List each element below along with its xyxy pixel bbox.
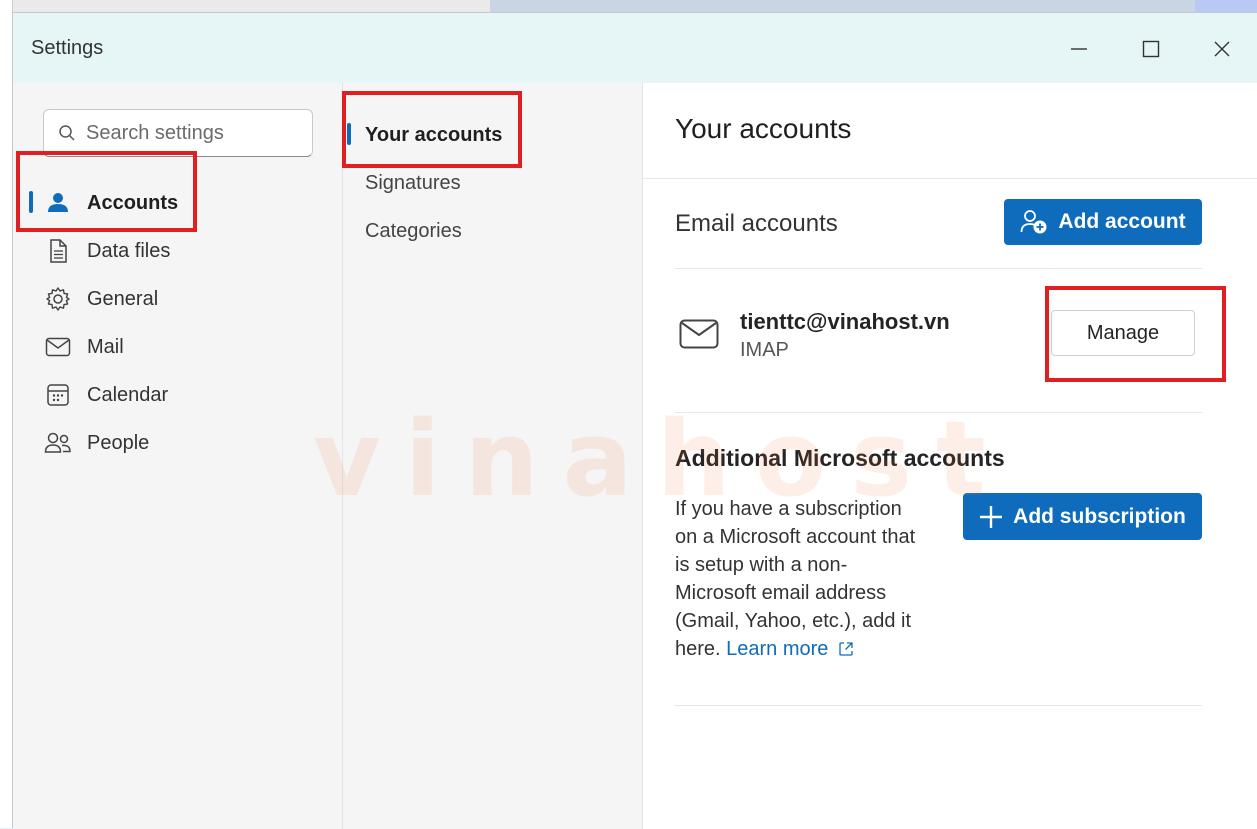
mail-icon — [43, 332, 73, 362]
title-bar: Settings — [13, 13, 1257, 83]
gear-icon — [43, 284, 73, 314]
learn-more-label: Learn more — [726, 638, 829, 660]
search-icon — [59, 125, 75, 141]
account-type: IMAP — [740, 339, 789, 361]
email-accounts-title: Email accounts — [675, 210, 838, 237]
account-email: tienttc@vinahost.vn — [740, 309, 950, 334]
nav-item-label: Data files — [87, 239, 171, 262]
calendar-icon — [43, 380, 73, 410]
add-person-icon — [1020, 209, 1048, 235]
background-toolbar-right — [1195, 0, 1257, 12]
minimize-button[interactable] — [1059, 31, 1099, 67]
nav-item-label: General — [87, 287, 159, 310]
window-title: Settings — [31, 37, 104, 59]
background-toolbar — [490, 0, 1195, 12]
nav-item-general[interactable]: General — [43, 279, 303, 319]
nav-item-people[interactable]: People — [43, 423, 303, 463]
description-text: If you have a subscription on a Microsof… — [675, 498, 916, 660]
people-icon — [43, 428, 73, 458]
subnav-item-signatures[interactable]: Signatures — [365, 172, 461, 195]
nav-item-data-files[interactable]: Data files — [43, 231, 303, 271]
add-account-button[interactable]: Add account — [1004, 199, 1202, 245]
search-placeholder: Search settings — [86, 121, 224, 144]
close-icon — [1214, 41, 1230, 57]
nav-item-label: Mail — [87, 335, 124, 358]
page-title: Your accounts — [675, 113, 852, 144]
learn-more-link[interactable]: Learn more — [726, 638, 854, 660]
nav-item-mail[interactable]: Mail — [43, 327, 303, 367]
external-link-icon — [839, 642, 853, 656]
nav-item-calendar[interactable]: Calendar — [43, 375, 303, 415]
header-divider — [643, 178, 1257, 179]
add-account-label: Add account — [1058, 210, 1186, 233]
additional-description: If you have a subscription on a Microsof… — [675, 495, 925, 663]
highlight-your-accounts — [342, 91, 522, 168]
mail-icon — [679, 319, 719, 354]
highlight-manage — [1045, 286, 1226, 382]
close-button[interactable] — [1202, 31, 1242, 67]
maximize-button[interactable] — [1131, 31, 1171, 67]
subnav-item-categories[interactable]: Categories — [365, 220, 462, 243]
add-subscription-label: Add subscription — [1013, 504, 1186, 528]
maximize-icon — [1142, 40, 1160, 58]
bottom-divider — [675, 705, 1202, 706]
nav-item-label: Calendar — [87, 383, 169, 406]
accounts-divider — [675, 268, 1202, 269]
settings-window: Settings Search settings Accounts Data f… — [12, 12, 1257, 829]
search-input[interactable]: Search settings — [43, 109, 313, 157]
watermark-logo: vinahost — [313, 398, 1010, 520]
nav-item-label: People — [87, 431, 150, 454]
document-icon — [43, 236, 73, 266]
minimize-icon — [1071, 48, 1087, 50]
highlight-accounts — [16, 151, 197, 232]
